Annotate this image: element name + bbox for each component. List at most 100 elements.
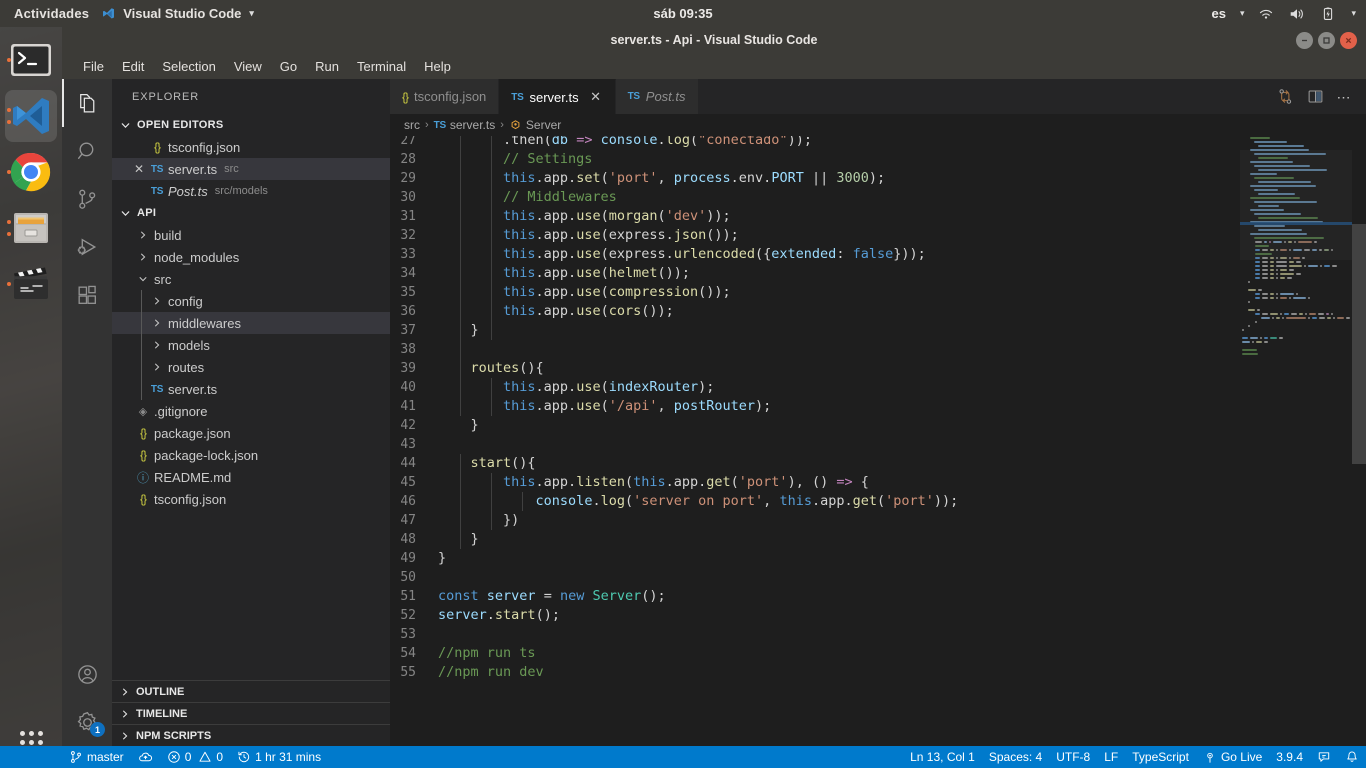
open-editor-post-ts[interactable]: TS Post.ts src/models bbox=[112, 180, 390, 202]
open-editor-server-ts[interactable]: ✕ TS server.ts src bbox=[112, 158, 390, 180]
editor-vertical-scrollbar[interactable] bbox=[1352, 136, 1366, 746]
folder-models[interactable]: models bbox=[112, 334, 390, 356]
tab-tsconfig-json[interactable]: {} tsconfig.json bbox=[390, 79, 499, 114]
system-clock[interactable]: sáb 09:35 bbox=[653, 6, 712, 21]
code-line[interactable]: 47 }) bbox=[390, 511, 1366, 530]
breadcrumb-src[interactable]: src bbox=[404, 118, 420, 132]
code-line[interactable]: 41 this.app.use('/api', postRouter); bbox=[390, 397, 1366, 416]
code-line[interactable]: 28 // Settings bbox=[390, 150, 1366, 169]
code-line[interactable]: 52server.start(); bbox=[390, 606, 1366, 625]
dock-item-video-editor[interactable] bbox=[5, 258, 57, 310]
dock-item-terminal[interactable] bbox=[5, 34, 57, 86]
section-project-api[interactable]: API bbox=[112, 202, 390, 224]
code-line[interactable]: 48 } bbox=[390, 530, 1366, 549]
section-outline[interactable]: OUTLINE bbox=[112, 680, 390, 702]
code-line[interactable]: 51const server = new Server(); bbox=[390, 587, 1366, 606]
activity-item-run-and-debug[interactable] bbox=[62, 223, 112, 271]
status-wakatime[interactable]: 1 hr 31 mins bbox=[230, 746, 328, 768]
code-line[interactable]: 32 this.app.use(express.json()); bbox=[390, 226, 1366, 245]
folder-middlewares[interactable]: middlewares bbox=[112, 312, 390, 334]
section-timeline[interactable]: TIMELINE bbox=[112, 702, 390, 724]
code-line[interactable]: 37 } bbox=[390, 321, 1366, 340]
code-line[interactable]: 45 this.app.listen(this.app.get('port'),… bbox=[390, 473, 1366, 492]
code-line[interactable]: 35 this.app.use(compression()); bbox=[390, 283, 1366, 302]
dock-item-visual-studio-code[interactable] bbox=[5, 90, 57, 142]
active-app-menu[interactable]: Visual Studio Code ▾ bbox=[101, 6, 254, 21]
file-readme-md[interactable]: ⓘ README.md bbox=[112, 466, 390, 488]
code-line[interactable]: 34 this.app.use(helmet()); bbox=[390, 264, 1366, 283]
status-cursor-position[interactable]: Ln 13, Col 1 bbox=[903, 746, 982, 768]
menu-edit[interactable]: Edit bbox=[113, 56, 153, 77]
code-line[interactable]: 53 bbox=[390, 625, 1366, 644]
menu-go[interactable]: Go bbox=[271, 56, 306, 77]
status-version[interactable]: 3.9.4 bbox=[1269, 746, 1310, 768]
status-go-live[interactable]: Go Live bbox=[1196, 746, 1269, 768]
code-line[interactable]: 33 this.app.use(express.urlencoded({exte… bbox=[390, 245, 1366, 264]
status-indentation[interactable]: Spaces: 4 bbox=[982, 746, 1049, 768]
status-encoding[interactable]: UTF-8 bbox=[1049, 746, 1097, 768]
file-package-json[interactable]: {} package.json bbox=[112, 422, 390, 444]
activity-item-accounts[interactable] bbox=[62, 650, 112, 698]
activity-item-search[interactable] bbox=[62, 127, 112, 175]
minimap[interactable] bbox=[1240, 136, 1352, 746]
code-line[interactable]: 55//npm run dev bbox=[390, 663, 1366, 682]
status-branch[interactable]: master bbox=[62, 746, 131, 768]
tab-server-ts[interactable]: TS server.ts ✕ bbox=[499, 79, 615, 114]
dock-item-files[interactable] bbox=[5, 202, 57, 254]
split-editor-button[interactable] bbox=[1307, 88, 1324, 105]
system-tray[interactable]: es ▾ ▾ bbox=[1211, 6, 1356, 22]
code-line[interactable]: 36 this.app.use(cors()); bbox=[390, 302, 1366, 321]
keyboard-language-indicator[interactable]: es bbox=[1211, 6, 1225, 21]
close-button[interactable] bbox=[1340, 32, 1357, 49]
section-open-editors[interactable]: OPEN EDITORS bbox=[112, 114, 390, 136]
dock-item-google-chrome[interactable] bbox=[5, 146, 57, 198]
code-line[interactable]: 39 routes(){ bbox=[390, 359, 1366, 378]
status-problems[interactable]: 0 0 bbox=[160, 746, 230, 768]
status-language-mode[interactable]: TypeScript bbox=[1125, 746, 1196, 768]
scrollbar-thumb[interactable] bbox=[1352, 224, 1366, 464]
code-line[interactable]: 40 this.app.use(indexRouter); bbox=[390, 378, 1366, 397]
code-line[interactable]: 31 this.app.use(morgan('dev')); bbox=[390, 207, 1366, 226]
code-line[interactable]: 54//npm run ts bbox=[390, 644, 1366, 663]
code-line[interactable]: 50 bbox=[390, 568, 1366, 587]
menu-run[interactable]: Run bbox=[306, 56, 348, 77]
menu-help[interactable]: Help bbox=[415, 56, 460, 77]
activity-item-manage-settings[interactable]: 1 bbox=[62, 698, 112, 746]
menu-selection[interactable]: Selection bbox=[153, 56, 224, 77]
activities-button[interactable]: Actividades bbox=[0, 6, 101, 21]
code-line[interactable]: 49} bbox=[390, 549, 1366, 568]
minimize-button[interactable] bbox=[1296, 32, 1313, 49]
status-notifications[interactable] bbox=[1338, 746, 1366, 768]
code-line[interactable]: 44 start(){ bbox=[390, 454, 1366, 473]
activity-item-extensions[interactable] bbox=[62, 271, 112, 319]
menu-file[interactable]: File bbox=[74, 56, 113, 77]
code-line[interactable]: 30 // Middlewares bbox=[390, 188, 1366, 207]
close-icon[interactable]: ✕ bbox=[130, 162, 148, 176]
code-line[interactable]: 27 .then(db => console.log("conectado"))… bbox=[390, 136, 1366, 150]
more-actions-button[interactable]: ⋯ bbox=[1337, 92, 1353, 102]
code-line[interactable]: 38 bbox=[390, 340, 1366, 359]
activity-item-source-control[interactable] bbox=[62, 175, 112, 223]
file-tsconfig-json[interactable]: {} tsconfig.json bbox=[112, 488, 390, 510]
close-icon[interactable]: ✕ bbox=[589, 89, 603, 105]
code-line[interactable]: 46 console.log('server on port', this.ap… bbox=[390, 492, 1366, 511]
tray-chevron-down-icon[interactable]: ▾ bbox=[1351, 8, 1356, 19]
folder-build[interactable]: build bbox=[112, 224, 390, 246]
status-feedback[interactable] bbox=[1310, 746, 1338, 768]
minimap-slider[interactable] bbox=[1240, 150, 1352, 260]
folder-node-modules[interactable]: node_modules bbox=[112, 246, 390, 268]
code-editor[interactable]: 27 .then(db => console.log("conectado"))… bbox=[390, 136, 1366, 746]
breadcrumb-server-ts[interactable]: TS server.ts bbox=[434, 118, 496, 132]
folder-config[interactable]: config bbox=[112, 290, 390, 312]
menu-view[interactable]: View bbox=[225, 56, 271, 77]
tab-post-ts[interactable]: TS Post.ts bbox=[616, 79, 699, 114]
code-line[interactable]: 42 } bbox=[390, 416, 1366, 435]
maximize-button[interactable] bbox=[1318, 32, 1335, 49]
open-editor-tsconfig[interactable]: {} tsconfig.json bbox=[112, 136, 390, 158]
breadcrumb-server-class[interactable]: Server bbox=[509, 118, 561, 132]
file-package-lock-json[interactable]: {} package-lock.json bbox=[112, 444, 390, 466]
status-sync[interactable] bbox=[131, 746, 160, 768]
code-line[interactable]: 43 bbox=[390, 435, 1366, 454]
section-npm-scripts[interactable]: NPM SCRIPTS bbox=[112, 724, 390, 746]
open-changes-button[interactable] bbox=[1277, 88, 1294, 105]
